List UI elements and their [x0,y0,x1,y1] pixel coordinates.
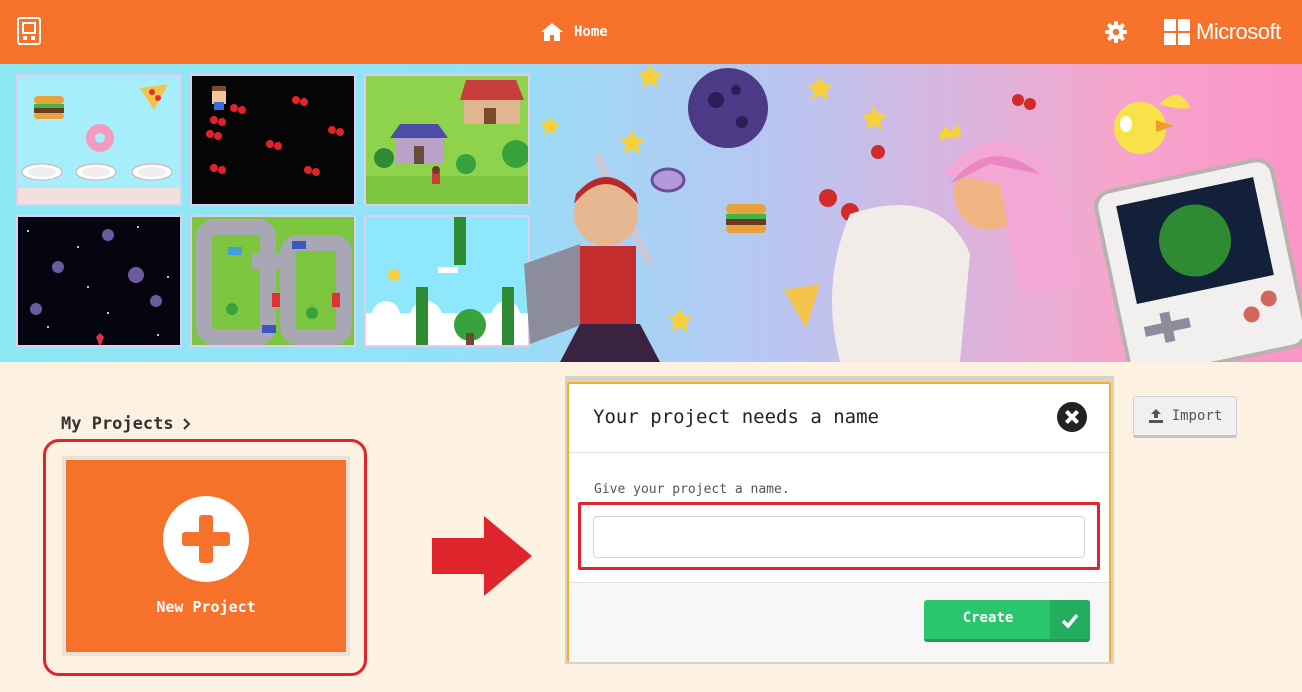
name-prompt: Give your project a name. [594,482,790,497]
gallery-tile-cherries[interactable] [190,74,356,206]
gallery-tile-space[interactable] [16,215,182,347]
microsoft-logo[interactable]: Microsoft [1164,19,1281,45]
create-button[interactable]: Create [924,600,1090,642]
check-icon [1061,613,1079,629]
arrow-right-icon [432,516,532,596]
my-projects-heading: My Projects [61,414,174,434]
home-nav-link[interactable]: Home [540,20,608,44]
microsoft-brand-text: Microsoft [1196,19,1281,44]
gallery-tile-race-track[interactable] [190,215,356,347]
microsoft-logo-icon [1164,19,1190,45]
upload-icon [1148,409,1163,423]
name-input-highlight [578,502,1100,570]
hero-banner [0,64,1302,362]
my-projects-link[interactable]: My Projects [61,414,192,434]
gallery-tile-village[interactable] [364,74,530,206]
import-button[interactable]: Import [1133,396,1237,438]
top-bar: Home Microsoft [0,0,1302,64]
new-project-card[interactable]: New Project [62,456,350,656]
create-label: Create [962,610,1014,626]
gallery-tile-food-drop[interactable] [16,74,182,206]
hero-artwork [524,64,1302,362]
dialog-footer: Create [569,582,1109,662]
chevron-right-icon [182,418,191,430]
dialog-title: Your project needs a name [593,406,879,428]
gear-icon[interactable] [1104,20,1128,44]
close-icon[interactable] [1057,402,1087,432]
home-icon [541,23,563,41]
plus-icon [163,496,249,582]
dialog-divider [569,452,1109,453]
new-project-label: New Project [156,598,256,616]
arcade-logo-icon[interactable] [17,17,41,45]
home-label: Home [574,24,608,40]
import-label: Import [1171,408,1223,424]
gallery-tile-flappy-duck[interactable] [364,215,530,347]
